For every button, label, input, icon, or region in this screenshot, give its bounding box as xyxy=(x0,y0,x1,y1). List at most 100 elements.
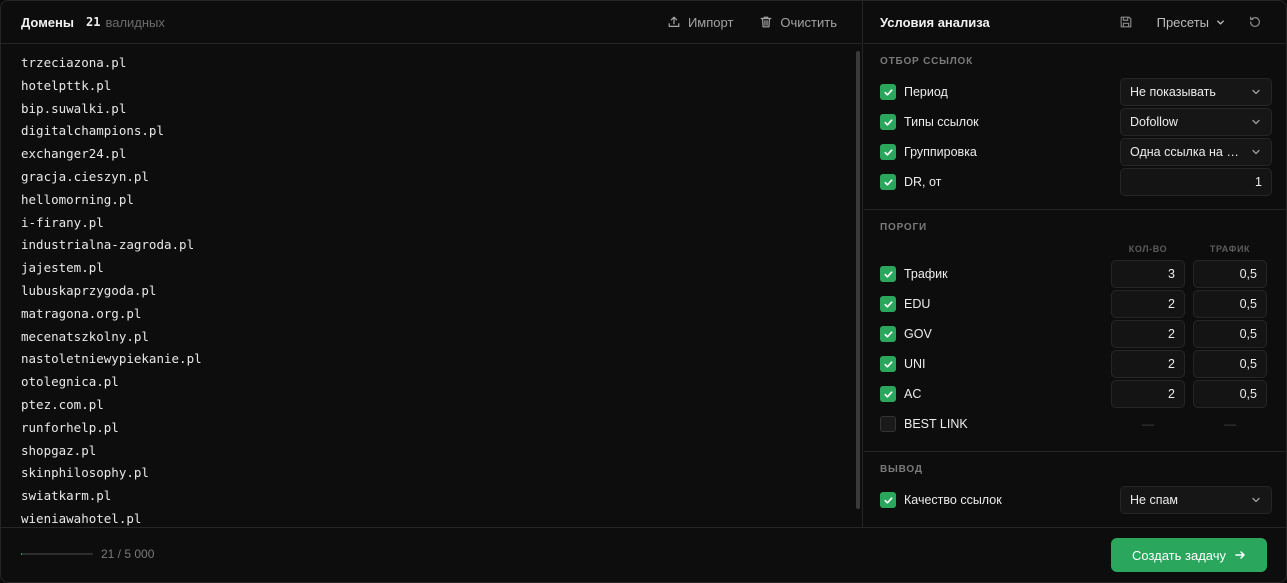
threshold-row-трафик: Трафик 3 0,5 xyxy=(880,260,1272,288)
chevron-down-icon xyxy=(1252,119,1260,125)
link-types-checkbox[interactable] xyxy=(880,114,896,130)
domain-line: matragona.org.pl xyxy=(21,305,142,321)
section-output: ВЫВОД xyxy=(880,464,923,475)
domain-line: hellomorning.pl xyxy=(21,191,134,207)
chevron-down-icon xyxy=(1252,497,1260,503)
quality-select[interactable]: Не спам xyxy=(1120,486,1272,514)
upload-icon xyxy=(668,16,680,27)
period-select[interactable]: Не показывать xyxy=(1120,78,1272,106)
arrow-right-icon xyxy=(1235,551,1245,559)
threshold-row-uni: UNI 2 0,5 xyxy=(880,350,1272,378)
period-checkbox[interactable] xyxy=(880,84,896,100)
link-types-label: Типы ссылок xyxy=(904,115,979,129)
threshold-traffic-input[interactable]: 0,5 xyxy=(1193,350,1267,378)
domain-line: trzeciazona.pl xyxy=(21,55,127,70)
grouping-checkbox[interactable] xyxy=(880,144,896,160)
reset-icon[interactable] xyxy=(1248,15,1262,29)
threshold-count-input[interactable]: 2 xyxy=(1111,320,1185,348)
domains-title: Домены xyxy=(21,14,74,30)
threshold-label: UNI xyxy=(904,357,926,371)
col-head-count: КОЛ-ВО xyxy=(1128,244,1168,254)
progress-label: 21 / 5 000 xyxy=(101,547,155,561)
link-types-value: Dofollow xyxy=(1130,115,1178,129)
app-frame: Домены 21 валидных Импорт Очистить trzec… xyxy=(0,0,1287,583)
threshold-row-edu: EDU 2 0,5 xyxy=(880,290,1272,318)
check-icon xyxy=(883,88,893,96)
check-icon xyxy=(883,178,893,186)
create-task-button[interactable]: Создать задачу xyxy=(1111,538,1267,572)
check-icon xyxy=(883,118,893,126)
threshold-count-input[interactable]: 2 xyxy=(1111,290,1185,318)
check-icon xyxy=(883,148,893,156)
domain-line: industrialna-zagroda.pl xyxy=(21,237,195,253)
domain-line: bip.suwalki.pl xyxy=(21,100,127,116)
link-types-select[interactable]: Dofollow xyxy=(1120,108,1272,136)
threshold-checkbox[interactable] xyxy=(880,386,896,402)
quality-checkbox[interactable] xyxy=(880,492,896,508)
dr-checkbox[interactable] xyxy=(880,174,896,190)
clear-button[interactable]: Очистить xyxy=(759,15,837,30)
domain-line: skinphilosophy.pl xyxy=(21,465,149,481)
footer: 21 / 5 000 Создать задачу xyxy=(1,527,1286,582)
trash-icon xyxy=(760,16,772,28)
domain-line: wieniawahotel.pl xyxy=(21,510,142,526)
chevron-down-icon xyxy=(1217,19,1224,25)
domain-list[interactable]: trzeciazona.pl hotelpttk.pl bip.suwalki.pl… xyxy=(21,52,841,526)
threshold-checkbox[interactable] xyxy=(880,266,896,282)
conditions-panel: Условия анализа Пресеты ОТБОР ССЫЛОК Пер… xyxy=(864,1,1286,527)
domain-line: ptez.com.pl xyxy=(21,396,104,412)
domains-panel: Домены 21 валидных Импорт Очистить trzec… xyxy=(1,1,863,527)
grouping-value: Одна ссылка на домен xyxy=(1130,145,1246,159)
domain-line: jajestem.pl xyxy=(21,260,104,276)
domain-line: hotelpttk.pl xyxy=(21,77,112,93)
check-icon xyxy=(883,496,893,504)
divider xyxy=(864,209,1286,210)
domain-line: nastoletniewypiekanie.pl xyxy=(21,351,202,367)
domain-line: otolegnica.pl xyxy=(21,374,119,390)
threshold-count-input[interactable]: 2 xyxy=(1111,350,1185,378)
threshold-label: AC xyxy=(904,387,922,401)
domain-line: gracja.cieszyn.pl xyxy=(21,168,149,184)
threshold-row-gov: GOV 2 0,5 xyxy=(880,320,1272,348)
conditions-header: Условия анализа Пресеты xyxy=(864,1,1286,44)
grouping-row: Группировка Одна ссылка на домен xyxy=(880,138,1272,166)
create-task-label: Создать задачу xyxy=(1131,547,1226,563)
check-icon xyxy=(883,300,893,308)
domain-line: mecenatszkolny.pl xyxy=(21,328,149,344)
check-icon xyxy=(883,360,893,368)
col-head-traffic: ТРАФИК xyxy=(1209,244,1251,254)
section-thresholds: ПОРОГИ xyxy=(880,222,927,233)
grouping-select[interactable]: Одна ссылка на домен xyxy=(1120,138,1272,166)
threshold-checkbox[interactable] xyxy=(880,326,896,342)
clear-label: Очистить xyxy=(780,14,837,30)
threshold-label: GOV xyxy=(904,327,932,341)
valid-label: валидных xyxy=(105,14,165,30)
threshold-checkbox[interactable] xyxy=(880,356,896,372)
period-row: Период Не показывать xyxy=(880,78,1272,106)
presets-dropdown[interactable]: Пресеты xyxy=(1157,15,1226,30)
best-link-checkbox[interactable] xyxy=(880,416,896,432)
threshold-count-input[interactable]: 2 xyxy=(1111,380,1185,408)
threshold-row-ac: AC 2 0,5 xyxy=(880,380,1272,408)
import-button[interactable]: Импорт xyxy=(667,15,733,30)
threshold-traffic-input[interactable]: 0,5 xyxy=(1193,260,1267,288)
dr-input[interactable]: 1 xyxy=(1120,168,1272,196)
save-icon[interactable] xyxy=(1119,15,1133,29)
threshold-traffic-input[interactable]: 0,5 xyxy=(1193,290,1267,318)
threshold-traffic-input[interactable]: 0,5 xyxy=(1193,380,1267,408)
threshold-traffic-input[interactable]: 0,5 xyxy=(1193,320,1267,348)
period-value: Не показывать xyxy=(1130,85,1216,99)
check-icon xyxy=(883,390,893,398)
check-icon xyxy=(883,270,893,278)
chevron-down-icon xyxy=(1252,89,1260,95)
threshold-checkbox[interactable] xyxy=(880,296,896,312)
chevron-down-icon xyxy=(1252,149,1260,155)
domain-list-scrollbar[interactable] xyxy=(856,51,860,509)
threshold-count-input[interactable]: 3 xyxy=(1111,260,1185,288)
domain-line: runforhelp.pl xyxy=(21,419,119,435)
threshold-label: EDU xyxy=(904,297,931,311)
best-link-count-empty: — xyxy=(1142,417,1154,431)
domain-line: digitalchampions.pl xyxy=(21,123,164,139)
domains-header: Домены 21 валидных Импорт Очистить xyxy=(1,1,863,44)
quality-row: Качество ссылок Не спам xyxy=(880,486,1272,514)
